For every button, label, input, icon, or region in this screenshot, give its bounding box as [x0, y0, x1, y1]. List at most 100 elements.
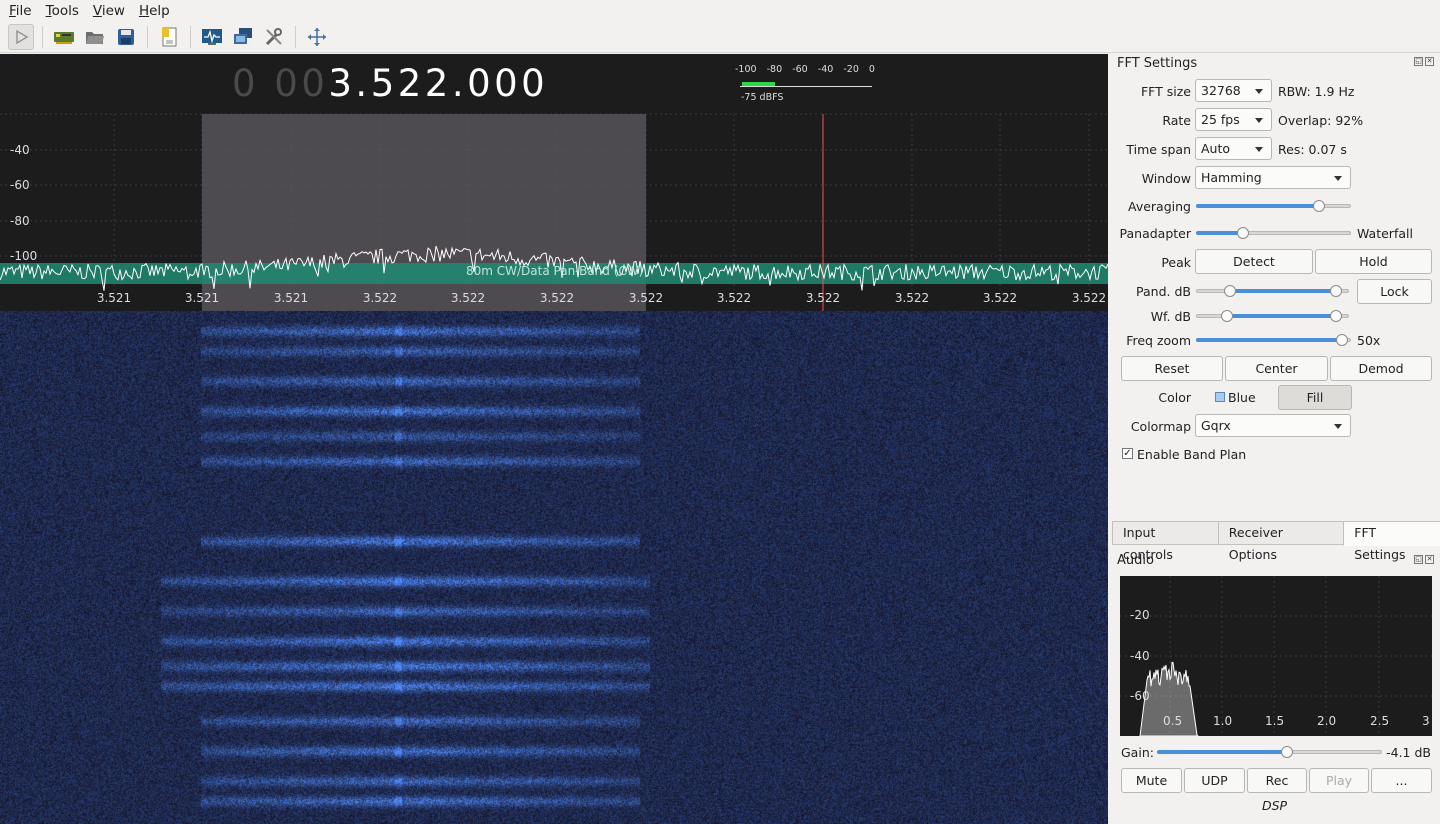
audio-x-tick: 1.0 [1213, 714, 1233, 728]
meter-tick: -80 [766, 64, 783, 75]
config-tools-icon[interactable] [261, 24, 287, 50]
pand-db-range-slider[interactable] [1196, 284, 1349, 298]
resolution-text: Res: 0.07 s [1278, 142, 1347, 157]
peak-hold-button[interactable]: Hold [1315, 249, 1432, 274]
meter-tick: -20 [843, 64, 859, 75]
time-span-select[interactable]: Auto [1195, 137, 1272, 160]
band-plan-label[interactable]: Enable Band Plan [1137, 447, 1246, 462]
close-icon[interactable]: ✕ [1425, 555, 1434, 564]
tab-fft-settings[interactable]: FFT Settings [1343, 521, 1440, 562]
slider-handle[interactable] [1313, 200, 1326, 212]
slider-handle-high[interactable] [1329, 310, 1342, 322]
y-tick-label: -100 [10, 249, 38, 263]
wf-db-range-slider[interactable] [1196, 309, 1349, 323]
waterfall[interactable] [0, 311, 1108, 824]
y-tick-label: -80 [10, 214, 30, 228]
save-settings-icon[interactable] [113, 24, 139, 50]
audio-x-tick: 2.0 [1317, 714, 1337, 728]
audio-options-button[interactable]: ... [1371, 768, 1432, 793]
slider-handle-low[interactable] [1224, 285, 1237, 297]
band-plan-checkbox[interactable]: ✓ [1122, 448, 1133, 459]
slider-fill [1223, 314, 1342, 318]
center-button[interactable]: Center [1225, 356, 1328, 381]
color-value[interactable]: Blue [1228, 390, 1256, 405]
bookmarks-icon[interactable] [156, 24, 182, 50]
slider-fill [1157, 750, 1288, 754]
signal-meter-line [740, 86, 872, 87]
toolbar-separator [147, 26, 148, 48]
rbw-text: RBW: 1.9 Hz [1278, 84, 1355, 99]
waterfall-label: Waterfall [1357, 226, 1413, 241]
menu-file[interactable]: File [2, 0, 39, 22]
audio-x-tick: 3 [1422, 714, 1430, 728]
audio-gain-slider[interactable] [1157, 745, 1382, 759]
audio-y-tick: -40 [1130, 649, 1150, 663]
audio-fft-icon[interactable] [199, 24, 225, 50]
menu-view[interactable]: View [86, 0, 132, 22]
x-tick-label: 3.522 [1071, 291, 1107, 305]
gain-label: Gain: [1121, 745, 1154, 760]
wf-db-label: Wf. dB [1150, 309, 1191, 324]
meter-tick: 0 [868, 64, 875, 75]
y-tick-label: -40 [10, 143, 30, 157]
averaging-slider[interactable] [1196, 199, 1351, 213]
waterfall-canvas [0, 311, 1108, 824]
pand-db-label: Pand. dB [1136, 284, 1191, 299]
freq-zoom-slider[interactable] [1196, 333, 1351, 347]
rec-button[interactable]: Rec [1247, 768, 1307, 793]
dsp-label: DSP [1261, 798, 1288, 813]
rate-label: Rate [1162, 113, 1191, 128]
slider-handle-low[interactable] [1221, 310, 1234, 322]
start-dsp-icon[interactable] [8, 24, 34, 50]
slider-handle[interactable] [1280, 746, 1293, 758]
fft-plot[interactable]: 0 003.522.000 -100 -80 -60 -40 -20 0 -75… [0, 54, 1108, 311]
float-icon[interactable]: ◱ [1414, 57, 1423, 66]
x-tick-label: 3.522 [716, 291, 752, 305]
x-tick-label: 3.522 [362, 291, 398, 305]
rate-select[interactable]: 25 fps [1195, 108, 1272, 131]
audio-x-tick: 0.5 [1163, 714, 1183, 728]
slider-handle[interactable] [1336, 334, 1349, 346]
toolbar-separator [295, 26, 296, 48]
peak-label: Peak [1161, 255, 1191, 270]
fill-toggle-button[interactable]: Fill [1278, 385, 1352, 410]
window-select[interactable]: Hamming [1195, 166, 1351, 189]
menu-help[interactable]: Help [132, 0, 177, 22]
float-icon[interactable]: ◱ [1414, 555, 1423, 564]
slider-handle[interactable] [1237, 227, 1250, 239]
audio-fft-plot: -20 -40 -60 0.5 1.0 1.5 2.0 2.5 3 [1120, 576, 1432, 736]
averaging-label: Averaging [1128, 199, 1191, 214]
lock-button[interactable]: Lock [1357, 279, 1432, 304]
mute-button[interactable]: Mute [1121, 768, 1182, 793]
x-tick-label: 3.522 [805, 291, 841, 305]
toolbar-separator [42, 26, 43, 48]
x-tick-label: 3.522 [982, 291, 1018, 305]
io-devices-icon[interactable] [51, 24, 77, 50]
demod-button[interactable]: Demod [1330, 356, 1432, 381]
udp-button[interactable]: UDP [1184, 768, 1245, 793]
play-button[interactable]: Play [1309, 768, 1369, 793]
panadapter-waterfall-slider[interactable] [1196, 226, 1351, 240]
tab-receiver-options[interactable]: Receiver Options [1217, 521, 1345, 562]
colormap-select[interactable]: Gqrx [1195, 414, 1351, 437]
tab-input-controls[interactable]: Input controls [1112, 521, 1219, 562]
reset-button[interactable]: Reset [1121, 356, 1223, 381]
meter-tick: -100 [735, 64, 757, 75]
x-tick-label: 3.522 [450, 291, 486, 305]
peak-detect-button[interactable]: Detect [1195, 249, 1313, 274]
signal-meter-scale: -100 -80 -60 -40 -20 0 [735, 64, 875, 75]
dock-tabs: Input controls Receiver Options FFT Sett… [1112, 521, 1440, 562]
menu-tools[interactable]: Tools [39, 0, 86, 22]
toolbar-separator [190, 26, 191, 48]
fullscreen-icon[interactable] [304, 24, 330, 50]
close-icon[interactable]: ✕ [1425, 57, 1434, 66]
fft-settings-title: FFT Settings [1117, 56, 1198, 71]
fft-size-select[interactable]: 32768 [1195, 79, 1272, 102]
panadapter-label: Panadapter [1119, 226, 1191, 241]
color-swatch[interactable] [1215, 392, 1225, 402]
freq-zoom-value: 50x [1357, 333, 1381, 348]
frequency-display[interactable]: 0 003.522.000 [232, 62, 548, 105]
open-settings-icon[interactable] [82, 24, 108, 50]
slider-handle-high[interactable] [1329, 285, 1342, 297]
remote-control-icon[interactable] [230, 24, 256, 50]
